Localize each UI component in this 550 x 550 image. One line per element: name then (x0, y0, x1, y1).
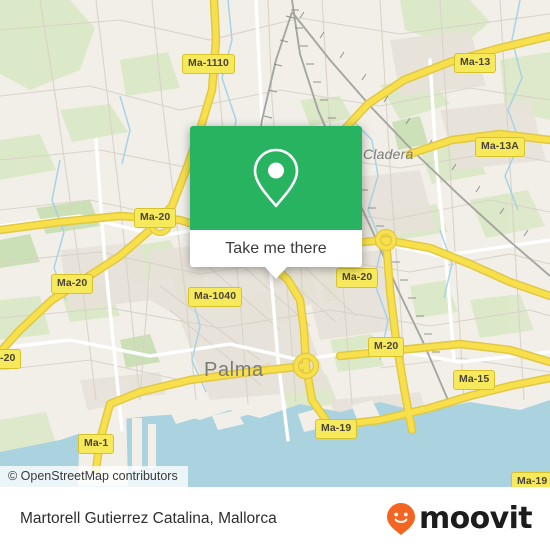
road-shield-ma-1: Ma-1 (78, 434, 115, 454)
location-title: Martorell Gutierrez Catalina, Mallorca (20, 509, 277, 527)
road-shield-ma-1110: Ma-1110 (182, 54, 235, 74)
destination-popup-card[interactable]: Take me there (190, 126, 362, 279)
road-shield-ma-13a: Ma-13A (475, 137, 525, 157)
place-label-cladera: Cladera (363, 146, 414, 162)
moovit-pin-icon (386, 502, 415, 535)
road-shield-ma-13: Ma-13 (454, 53, 497, 73)
location-pin-icon (253, 148, 299, 208)
take-me-there-label: Take me there (225, 239, 327, 257)
road-shield-ma-20-west: Ma-20 (51, 274, 94, 294)
map-attribution[interactable]: © OpenStreetMap contributors (0, 466, 188, 487)
moovit-wordmark: moovit (418, 500, 533, 536)
road-shield-m-20: M-20 (368, 337, 405, 357)
footer-bar: Martorell Gutierrez Catalina, Mallorca m… (0, 487, 550, 550)
road-shield-ma-20-north: Ma-20 (134, 208, 177, 228)
road-shield-ma-1040: Ma-1040 (188, 287, 243, 307)
moovit-logo[interactable]: moovit (386, 500, 533, 536)
popup-action-panel[interactable]: Take me there (190, 230, 362, 267)
popup-pointer-tail (265, 267, 287, 279)
road-shield-ma-19-east: Ma-19 (511, 472, 550, 487)
road-shield-ma-19: Ma-19 (315, 419, 358, 439)
road-shield-ma-20-edge: -20 (0, 349, 22, 369)
popup-icon-panel (190, 126, 362, 230)
place-label-palma: Palma (204, 359, 264, 381)
map-canvas[interactable]: Palma Cladera Ma-1110 Ma-13 Ma-13A Ma-20… (0, 0, 550, 487)
road-shield-ma-15: Ma-15 (453, 370, 496, 390)
moovit-map-screenshot: Palma Cladera Ma-1110 Ma-13 Ma-13A Ma-20… (0, 0, 550, 550)
road-shield-ma-20-east: Ma-20 (336, 268, 379, 288)
